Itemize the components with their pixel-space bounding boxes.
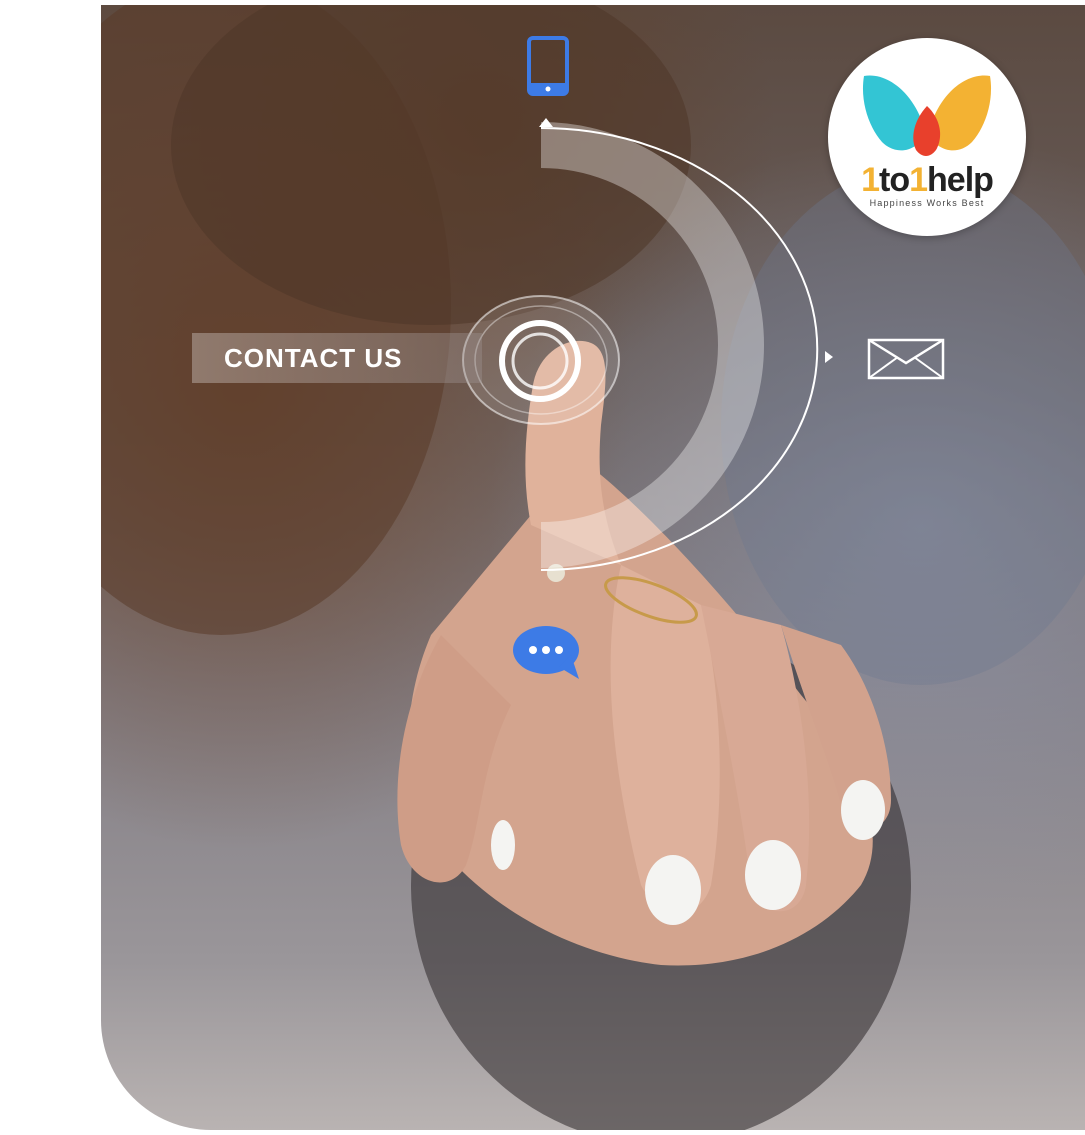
- brand-part-help: help: [927, 161, 994, 199]
- brand-part-1b: 1: [909, 161, 928, 199]
- shirt-shape: [721, 165, 1085, 685]
- brand-part-to: to: [879, 161, 910, 199]
- touch-target[interactable]: [462, 295, 620, 425]
- brand-tagline: Happiness Works Best: [869, 198, 985, 208]
- brand-logo: 1to1help Happiness Works Best: [828, 38, 1026, 236]
- brand-wordmark: 1to1help: [828, 162, 1026, 198]
- contact-us-label[interactable]: CONTACT US: [192, 333, 482, 383]
- brand-part-1: 1: [861, 161, 880, 199]
